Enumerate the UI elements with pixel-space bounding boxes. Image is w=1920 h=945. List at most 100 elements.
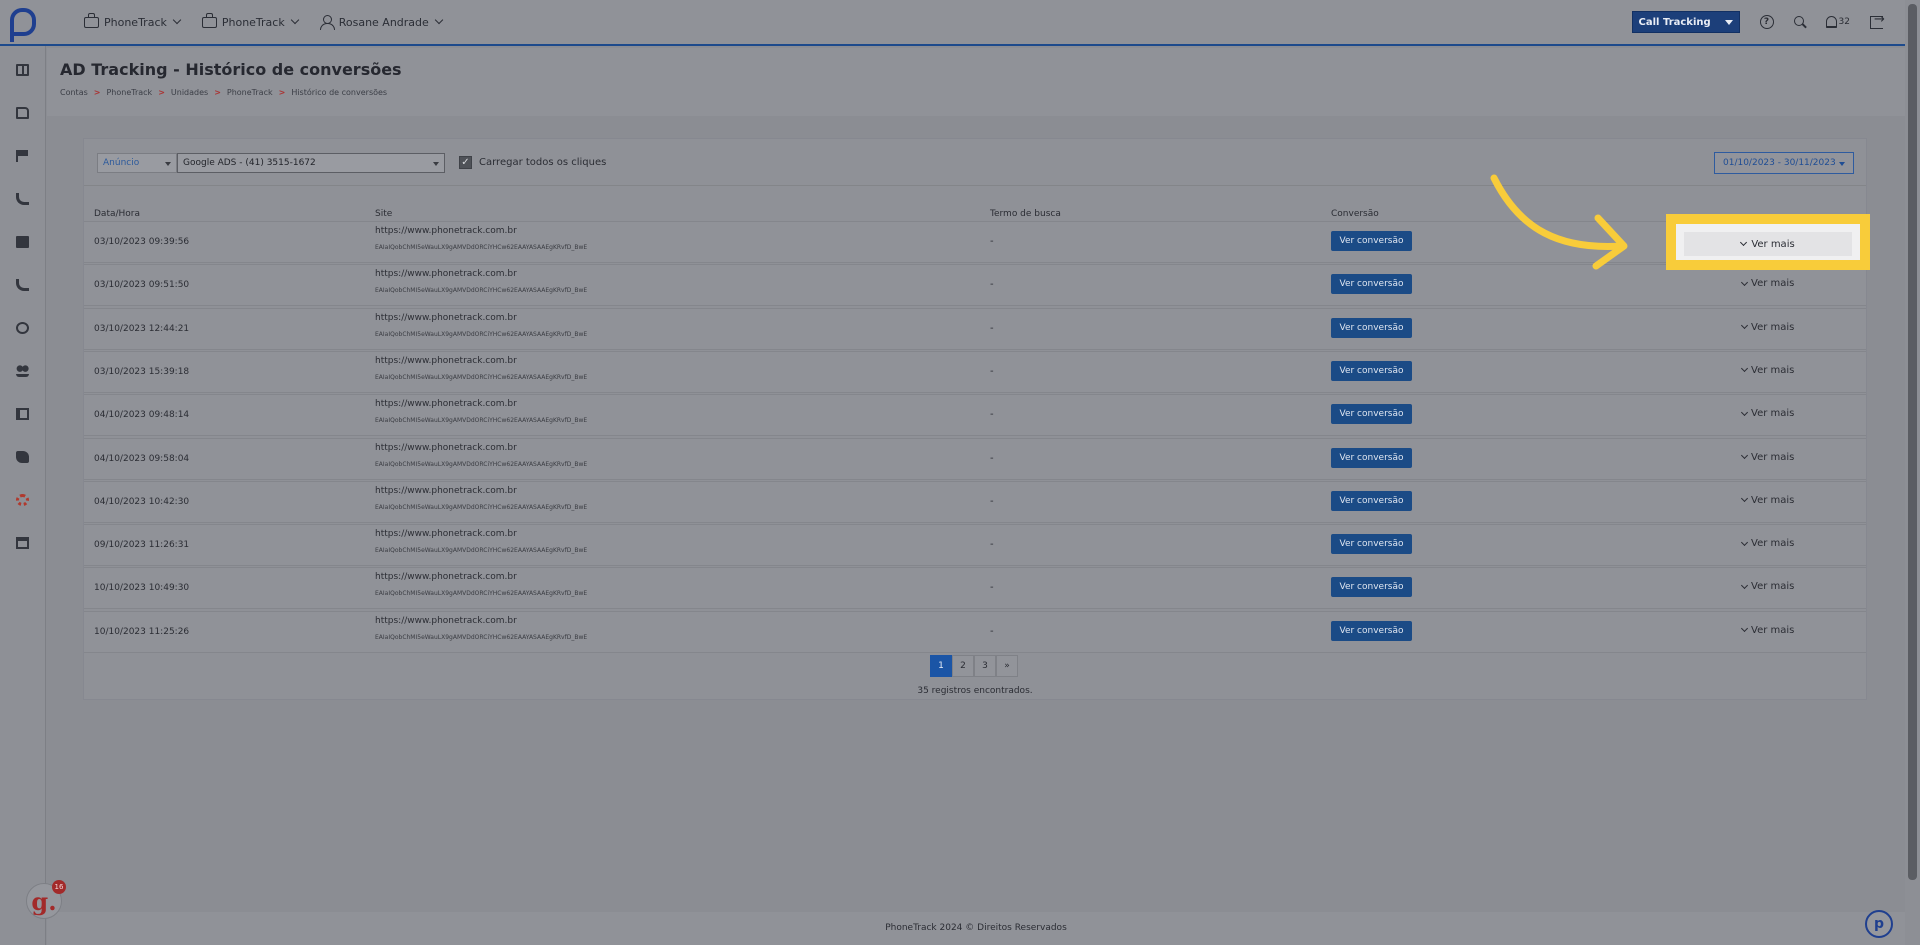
ver-conversao-button[interactable]: Ver conversão <box>1331 447 1412 468</box>
row-site: https://www.phonetrack.com.br <box>375 572 517 583</box>
row-gclid: EAIaIQobChMI5eWauLX9gAMVDdORCiYHCw62EAAY… <box>375 633 588 641</box>
circle-icon[interactable] <box>16 322 29 334</box>
user-icon <box>319 15 335 30</box>
breadcrumb-item[interactable]: Contas <box>60 88 88 97</box>
row-search-term: - <box>990 539 994 551</box>
puzzle-icon[interactable] <box>16 451 29 463</box>
row-datetime: 04/10/2023 09:48:14 <box>94 410 190 421</box>
ver-mais-button[interactable]: Ver mais <box>1740 581 1794 592</box>
page-1-button[interactable]: 1 <box>930 655 952 677</box>
user-menu[interactable]: Rosane Andrade <box>319 15 444 30</box>
header-site: Site <box>375 209 393 219</box>
ver-mais-button[interactable]: Ver mais <box>1740 624 1795 636</box>
top-bar: PhoneTrack PhoneTrack Rosane Andrade Cal… <box>0 0 1905 46</box>
ver-mais-label: Ver mais <box>1751 408 1795 420</box>
row-datetime: 04/10/2023 10:42:30 <box>94 496 190 507</box>
breadcrumb-item[interactable]: PhoneTrack <box>227 88 273 97</box>
row-gclid: EAIaIQobChMI5eWauLX9gAMVDdORCiYHCw62EAAY… <box>375 503 588 511</box>
user-menu-label: Rosane Andrade <box>338 15 429 29</box>
row-site: https://www.phonetrack.com.br <box>375 312 517 323</box>
notifications-button[interactable]: 32 <box>1825 16 1850 28</box>
ver-conversao-button[interactable]: Ver conversão <box>1331 317 1412 338</box>
highlighted-ver-mais: Ver mais <box>1666 214 1870 270</box>
table-row: 09/10/2023 11:26:31 https://www.phonetrac… <box>84 524 1866 567</box>
breadcrumb-item[interactable]: PhoneTrack <box>106 88 152 97</box>
next-page-button[interactable]: » <box>996 655 1018 677</box>
ver-mais-button-highlighted[interactable]: Ver mais <box>1684 232 1852 256</box>
product-select[interactable]: Call Tracking <box>1631 11 1740 33</box>
phonetrack-logo[interactable] <box>0 0 46 45</box>
row-site: https://www.phonetrack.com.br <box>375 269 517 280</box>
row-search-term: - <box>990 452 994 464</box>
ver-conversao-button[interactable]: Ver conversão <box>1331 620 1412 641</box>
page-3-button[interactable]: 3 <box>974 655 996 677</box>
ver-mais-button[interactable]: Ver mais <box>1740 278 1794 289</box>
ver-mais-button[interactable]: Ver mais <box>1740 495 1794 506</box>
row-site: https://www.phonetrack.com.br <box>375 529 517 540</box>
phone-icon[interactable] <box>16 193 29 205</box>
breadcrumb-separator: > <box>158 88 165 97</box>
breadcrumb-item: Histórico de conversões <box>291 88 388 97</box>
account-selector[interactable]: PhoneTrack <box>84 12 182 29</box>
page-2-button[interactable]: 2 <box>952 655 974 677</box>
help-icon[interactable]: ? <box>1759 15 1774 29</box>
ver-conversao-button[interactable]: Ver conversão <box>1331 404 1412 425</box>
store-icon[interactable] <box>16 537 29 549</box>
caret-down-icon <box>1724 19 1733 25</box>
g-widget-count: 16 <box>52 880 66 894</box>
phonetrack-help-bubble[interactable]: p <box>1865 910 1893 938</box>
date-range-select[interactable]: 01/10/2023 - 30/11/2023 <box>1714 152 1854 174</box>
ver-mais-button[interactable]: Ver mais <box>1740 538 1794 549</box>
ver-conversao-button[interactable]: Ver conversão <box>1331 490 1412 511</box>
phone-outgoing-icon[interactable] <box>16 279 29 291</box>
row-gclid: EAIaIQobChMI5eWauLX9gAMVDdORCiYHCw62EAAY… <box>375 460 588 468</box>
ver-mais-label: Ver mais <box>1751 624 1795 636</box>
ad-select-value: Google ADS - (41) 3515-1672 <box>183 158 316 168</box>
pointer-arrow <box>1490 174 1628 270</box>
ver-conversao-button[interactable]: Ver conversão <box>1331 274 1412 295</box>
ver-mais-button[interactable]: Ver mais <box>1740 408 1795 420</box>
chevron-down-icon <box>1740 625 1749 633</box>
row-gclid: EAIaIQobChMI5eWauLX9gAMVDdORCiYHCw62EAAY… <box>375 287 588 295</box>
table-row: 04/10/2023 09:48:14 https://www.phonetrac… <box>84 394 1866 437</box>
gear-icon[interactable] <box>16 494 29 506</box>
ver-mais-button[interactable]: Ver mais <box>1740 452 1794 463</box>
ver-conversao-button[interactable]: Ver conversão <box>1331 231 1412 251</box>
row-site: https://www.phonetrack.com.br <box>375 485 517 496</box>
book-icon[interactable] <box>16 408 29 420</box>
document-icon[interactable] <box>16 107 29 119</box>
logout-icon[interactable] <box>1870 12 1885 29</box>
unit-selector-label: PhoneTrack <box>221 15 285 29</box>
load-all-checkbox[interactable]: ✓ <box>459 156 472 169</box>
row-site: https://www.phonetrack.com.br <box>375 226 517 236</box>
top-nav: PhoneTrack PhoneTrack Rosane Andrade <box>84 12 444 30</box>
ver-conversao-button[interactable]: Ver conversão <box>1331 360 1412 381</box>
ver-mais-label: Ver mais <box>1751 364 1795 376</box>
ver-mais-button[interactable]: Ver mais <box>1740 322 1794 333</box>
dashboard-icon[interactable] <box>16 64 29 76</box>
briefcase-icon <box>201 12 217 28</box>
breadcrumb: Contas > PhoneTrack > Unidades > PhoneTr… <box>60 88 387 97</box>
contact-card-icon[interactable] <box>16 236 29 248</box>
unit-selector[interactable]: PhoneTrack <box>201 12 299 29</box>
scrollbar-thumb[interactable] <box>1908 4 1917 880</box>
row-search-term: - <box>990 495 994 507</box>
account-selector-label: PhoneTrack <box>104 15 167 29</box>
row-gclid: EAIaIQobChMI5eWauLX9gAMVDdORCiYHCw62EAAY… <box>375 330 588 338</box>
users-icon[interactable] <box>16 365 29 377</box>
breadcrumb-item[interactable]: Unidades <box>171 88 208 97</box>
ver-mais-button[interactable]: Ver mais <box>1740 364 1795 376</box>
chevron-down-icon <box>1740 278 1749 286</box>
ver-conversao-button[interactable]: Ver conversão <box>1331 534 1412 555</box>
pagination: 1 2 3 » <box>930 655 1018 677</box>
ad-select[interactable]: Google ADS - (41) 3515-1672 <box>177 153 445 173</box>
flag-icon[interactable] <box>16 150 29 162</box>
type-select[interactable]: Anúncio <box>97 153 177 173</box>
chevron-down-icon <box>1740 538 1749 546</box>
ver-conversao-button[interactable]: Ver conversão <box>1331 577 1412 598</box>
search-icon[interactable] <box>1793 16 1806 28</box>
page-scrollbar[interactable] <box>1905 0 1920 945</box>
caret-down-icon <box>433 162 439 166</box>
table-row: 04/10/2023 10:42:30 https://www.phonetrac… <box>84 480 1866 523</box>
breadcrumb-separator: > <box>93 88 101 97</box>
